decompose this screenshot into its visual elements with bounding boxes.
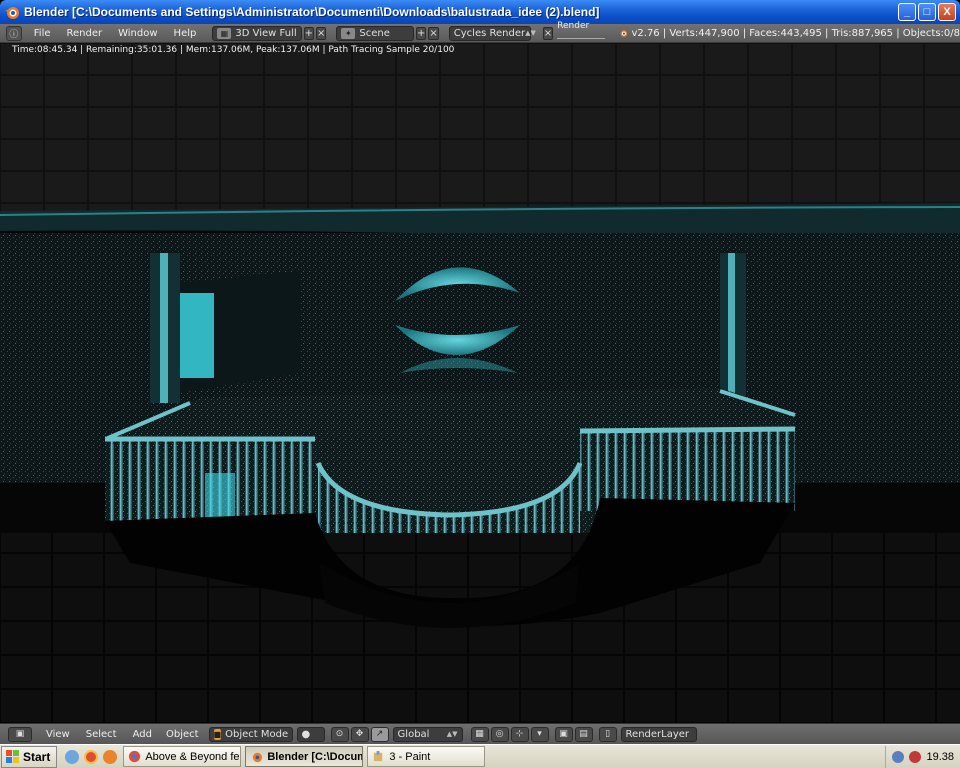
scene-stats: v2.76 | Verts:447,900 | Faces:443,495 | … <box>631 27 960 39</box>
taskbar-item-browser[interactable]: Above & Beyond fea... <box>123 746 242 767</box>
blender-logo-icon <box>620 30 627 37</box>
screen-layout-value: 3D View Full <box>235 27 297 39</box>
maximize-button[interactable]: □ <box>918 3 936 21</box>
plus-icon: + <box>304 27 313 39</box>
snap-icon: ⊹ <box>515 729 524 739</box>
info-header: ⓘ File Render Window Help ▦ 3D View Full… <box>0 21 960 43</box>
dropdown-arrows-icon: ▲▼ <box>525 29 536 37</box>
blender-app-icon <box>253 752 263 763</box>
menu-render[interactable]: Render <box>67 28 103 39</box>
camera-icon: ▣ <box>559 729 568 739</box>
3d-viewport[interactable]: Time:08:45.34 | Remaining:35:01.36 | Mem… <box>0 43 960 723</box>
info-icon: ⓘ <box>9 29 19 40</box>
chrome-icon[interactable] <box>84 749 99 764</box>
mode-value: Object Mode <box>225 728 289 740</box>
start-label: Start <box>23 749 51 764</box>
layer-grid-icon: ▦ <box>475 729 484 739</box>
proportional-edit-button[interactable]: ◎ <box>490 726 509 742</box>
shading-sphere-icon: ● <box>301 728 311 740</box>
render-layer-value: RenderLayer <box>625 728 690 740</box>
dropdown-arrows-icon: ▲▼ <box>446 730 458 738</box>
translate-manipulator-button[interactable]: ↗ <box>370 726 389 742</box>
menu-view[interactable]: View <box>46 729 70 740</box>
quick-launch <box>65 749 118 764</box>
info-editor-type-button[interactable]: ⓘ <box>6 25 22 41</box>
windows-taskbar: Start Above & Beyond fea... Blender [C:\… <box>0 744 960 768</box>
taskbar-item-label: 3 - Paint <box>389 750 431 763</box>
render-progress-label: Render <box>557 21 590 31</box>
show-desktop-icon[interactable] <box>65 749 80 764</box>
close-button[interactable]: X <box>938 3 956 21</box>
firefox-icon[interactable] <box>103 749 118 764</box>
scene-value: Scene <box>359 27 390 39</box>
window-title-bar[interactable]: Blender [C:\Documents and Settings\Admin… <box>0 0 960 24</box>
proportional-icon: ◎ <box>495 729 504 739</box>
menu-select[interactable]: Select <box>86 729 117 740</box>
chrome-icon <box>129 750 141 763</box>
taskbar-item-label: Blender [C:\Docum... <box>267 750 362 763</box>
menu-object[interactable]: Object <box>166 729 199 740</box>
x-icon: × <box>543 27 553 39</box>
render-layer-toggle[interactable]: ▯ <box>598 726 617 742</box>
add-scene-button[interactable]: + <box>415 26 427 40</box>
render-layer-selector[interactable]: RenderLayer <box>620 726 697 742</box>
opengl-render-button[interactable]: ▣ <box>554 726 573 742</box>
blender-app-icon <box>5 7 19 19</box>
manipulator-icon: ✥ <box>355 729 364 739</box>
render-info-text: Time:08:45.34 | Remaining:35:01.36 | Mem… <box>12 45 455 55</box>
transform-orientation-selector[interactable]: Global ▲▼ <box>392 726 463 742</box>
mode-selector[interactable]: ■ Object Mode <box>208 726 293 742</box>
render-engine-selector[interactable]: Cycles Render ▲▼ <box>448 25 536 41</box>
menu-window[interactable]: Window <box>118 28 157 39</box>
add-screen-button[interactable]: + <box>303 26 314 40</box>
minimize-button[interactable]: _ <box>898 3 916 21</box>
rendered-scene <box>0 43 960 723</box>
paint-icon <box>374 750 383 762</box>
viewport-shading-selector[interactable]: ● <box>296 726 325 742</box>
x-icon: × <box>429 27 438 39</box>
object-mode-icon: ■ <box>213 728 222 740</box>
orientation-value: Global <box>397 728 430 740</box>
taskbar-item-blender[interactable]: Blender [C:\Docum... <box>245 746 364 767</box>
window-title: Blender [C:\Documents and Settings\Admin… <box>24 5 600 19</box>
menu-file[interactable]: File <box>34 28 51 39</box>
system-tray: 19.38 <box>885 745 960 768</box>
start-button[interactable]: Start <box>1 745 58 768</box>
pivot-icon: ⊙ <box>335 729 344 739</box>
dropdown-arrows-icon: ▾ <box>537 729 542 739</box>
arrow-icon: ↗ <box>375 729 384 739</box>
x-icon: × <box>317 27 326 39</box>
opengl-animation-button[interactable]: ▤ <box>574 726 593 742</box>
manipulator-toggle[interactable]: ✥ <box>350 726 369 742</box>
security-icon[interactable] <box>909 750 922 763</box>
cancel-render-button[interactable]: × <box>542 26 554 40</box>
taskbar-item-paint[interactable]: 3 - Paint <box>367 746 486 767</box>
render-engine-value: Cycles Render <box>453 27 526 39</box>
render-progress-bar: Render <box>557 21 605 39</box>
scene-icon: ✦ <box>341 27 356 39</box>
snap-toggle-button[interactable]: ⊹ <box>510 726 529 742</box>
clapboard-icon: ▤ <box>579 729 588 739</box>
pivot-point-selector[interactable]: ⊙ <box>330 726 349 742</box>
screen-layout-selector[interactable]: ▦ 3D View Full <box>212 25 302 41</box>
snap-element-selector[interactable]: ▾ <box>530 726 549 742</box>
taskbar-item-label: Above & Beyond fea... <box>145 750 240 763</box>
menu-help[interactable]: Help <box>174 28 197 39</box>
3d-view-header: ▣ View Select Add Object ■ Object Mode ●… <box>0 723 960 744</box>
3d-view-icon: ▣ <box>15 729 25 739</box>
clock[interactable]: 19.38 <box>926 751 954 763</box>
windows-flag-icon <box>6 749 19 763</box>
render-layer-icon: ▯ <box>605 729 611 739</box>
view-editor-type-button[interactable]: ▣ <box>8 726 32 742</box>
layers-button-1[interactable]: ▦ <box>470 726 489 742</box>
network-icon[interactable] <box>892 750 905 763</box>
plus-icon: + <box>416 27 426 39</box>
screen-layout-icon: ▦ <box>217 27 232 39</box>
scene-selector[interactable]: ✦ Scene <box>336 25 414 41</box>
menu-add[interactable]: Add <box>133 729 152 740</box>
delete-screen-button[interactable]: × <box>316 26 327 40</box>
delete-scene-button[interactable]: × <box>428 26 439 40</box>
